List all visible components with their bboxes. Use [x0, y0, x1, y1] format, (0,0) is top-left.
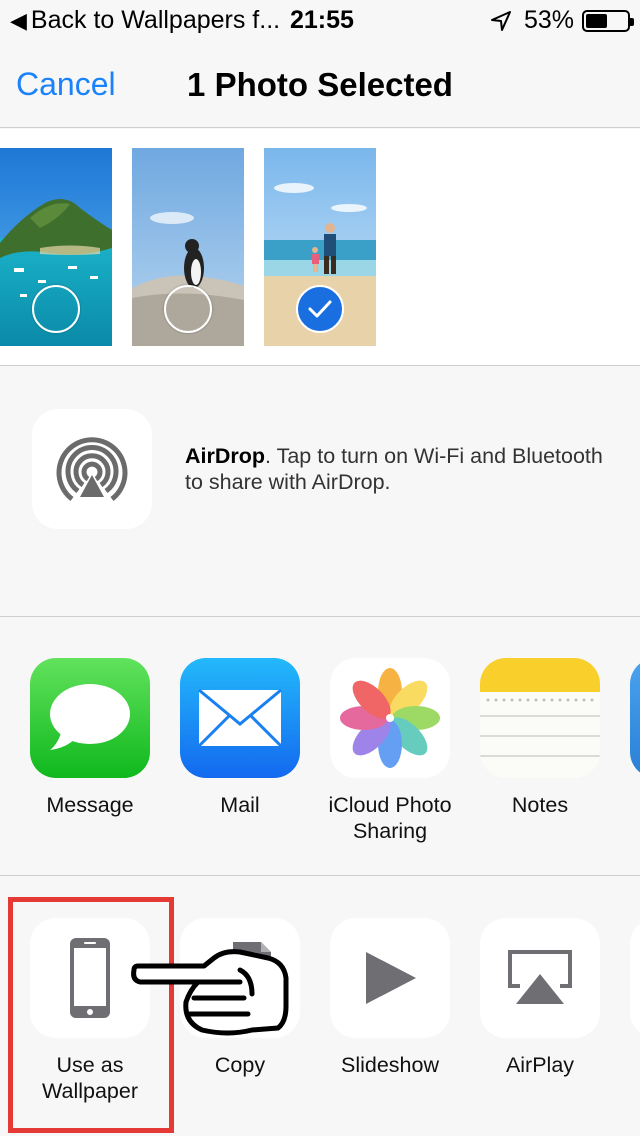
airdrop-tile[interactable] — [32, 409, 152, 529]
notes-icon — [480, 658, 600, 778]
battery-percent: 53% — [523, 6, 574, 34]
app-icon — [630, 658, 640, 778]
airdrop-title: AirDrop — [185, 444, 266, 468]
photo-thumbnail-1[interactable] — [0, 148, 112, 346]
share-icloud-photo-sharing-button[interactable]: iCloud Photo Sharing — [315, 658, 465, 844]
share-mail-label: Mail — [220, 793, 260, 817]
airplay-icon — [480, 918, 600, 1038]
airdrop-icon — [56, 437, 128, 501]
slideshow-button[interactable]: Slideshow — [315, 918, 465, 1078]
back-to-app-button[interactable]: ◀ Back to Wallpapers f... — [10, 6, 280, 35]
share-mail-button[interactable]: Mail — [165, 658, 315, 818]
battery-icon — [582, 9, 634, 32]
use-as-wallpaper-label: Use as Wallpaper — [42, 1053, 138, 1103]
share-icloud-photo-sharing-label: iCloud Photo Sharing — [328, 793, 452, 843]
slideshow-label: Slideshow — [341, 1053, 439, 1077]
mail-icon — [180, 658, 300, 778]
airplay-label: AirPlay — [505, 1053, 575, 1077]
photo-select-circle[interactable] — [32, 285, 80, 333]
share-notes-label: Notes — [511, 793, 569, 817]
share-actions-row[interactable]: Use as Wallpaper Copy Slideshow AirPlay — [0, 877, 640, 1136]
share-message-label: Message — [46, 793, 134, 817]
more-action-button[interactable] — [615, 918, 640, 1038]
status-bar: ◀ Back to Wallpapers f... 21:55 53% — [0, 0, 640, 40]
share-notes-button[interactable]: Notes — [465, 658, 615, 818]
pointing-hand-icon — [131, 949, 289, 1036]
back-arrow-icon: ◀ — [10, 7, 27, 33]
photo-select-circle[interactable] — [164, 285, 212, 333]
clock: 21:55 — [290, 6, 354, 34]
page-title: 1 Photo Selected — [187, 66, 453, 103]
photos-icon — [330, 658, 450, 778]
photo-selected-checkmark-icon[interactable] — [296, 285, 344, 333]
share-more-app-button[interactable] — [615, 658, 640, 778]
messages-icon — [30, 658, 150, 778]
share-message-button[interactable]: Message — [15, 658, 165, 818]
photo-strip[interactable] — [0, 129, 640, 366]
location-arrow-icon — [490, 10, 511, 31]
status-indicators: 53% — [490, 6, 634, 35]
photo-thumbnail-2[interactable] — [132, 148, 244, 346]
action-icon — [630, 918, 640, 1038]
nav-bar: Cancel 1 Photo Selected — [0, 40, 640, 128]
airplay-button[interactable]: AirPlay — [465, 918, 615, 1078]
airdrop-row[interactable]: AirDrop. Tap to turn on Wi-Fi and Blueto… — [0, 367, 640, 617]
share-apps-row[interactable]: Message Mail iCloud Photo Sharing Notes — [0, 618, 640, 876]
back-to-app-label: Back to Wallpapers f... — [30, 6, 281, 34]
airdrop-description: AirDrop. Tap to turn on Wi-Fi and Blueto… — [185, 443, 605, 495]
play-icon — [330, 918, 450, 1038]
copy-label: Copy — [214, 1053, 266, 1077]
photo-thumbnail-3[interactable] — [264, 148, 376, 346]
